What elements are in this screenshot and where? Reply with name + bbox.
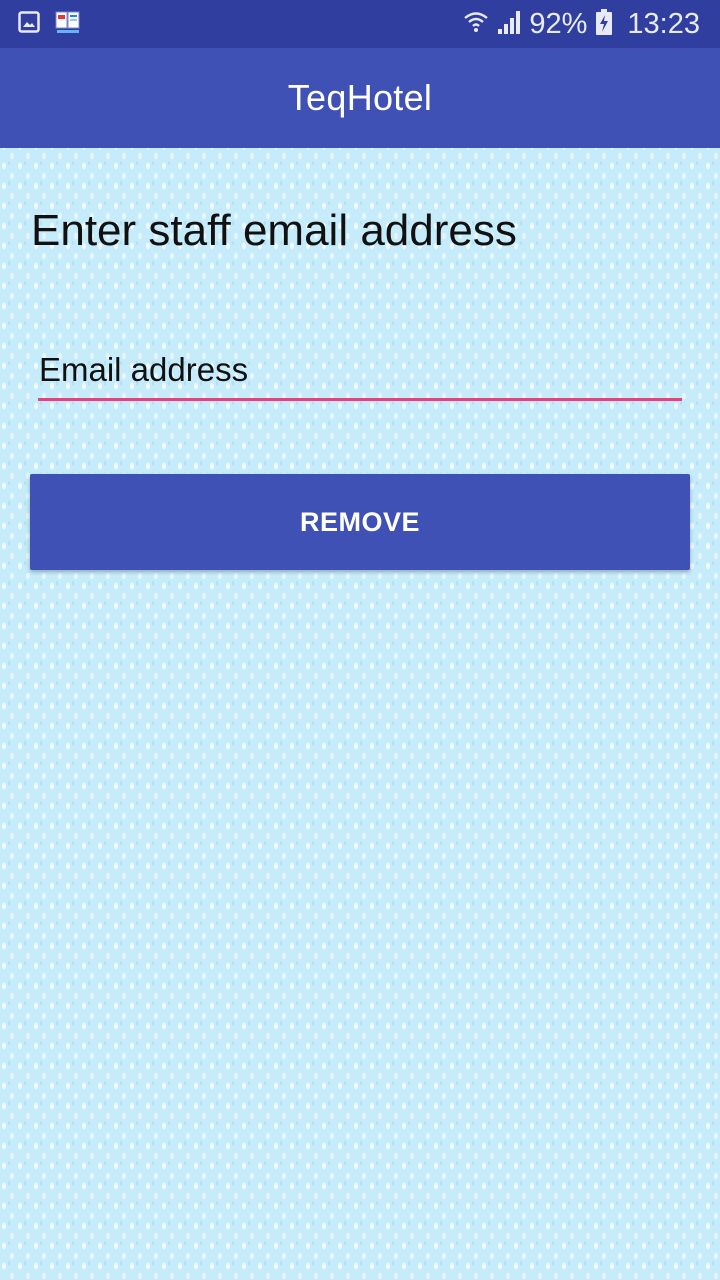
status-left-icons: [18, 8, 82, 41]
status-right-icons: 92% 13:23: [463, 8, 700, 41]
email-input[interactable]: [38, 345, 682, 395]
remove-button[interactable]: REMOVE: [30, 474, 690, 570]
gallery-icon: [18, 10, 40, 38]
page-heading: Enter staff email address: [31, 206, 517, 255]
app-bar: TeqHotel: [0, 48, 720, 148]
battery-percent: 92%: [529, 7, 588, 40]
app-notification-icon: [54, 8, 82, 41]
wifi-icon: [463, 9, 489, 40]
signal-icon: [497, 9, 521, 40]
status-time: 13:23: [627, 7, 700, 40]
email-field-container: [38, 345, 682, 401]
status-bar: 92% 13:23: [0, 0, 720, 48]
battery-charging-icon: [595, 8, 613, 41]
app-title: TeqHotel: [287, 77, 433, 118]
